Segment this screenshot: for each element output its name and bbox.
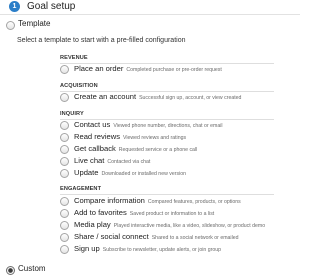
goal-option-contact-us[interactable]: Contact us Viewed phone number, direction…	[60, 120, 290, 130]
option-label: Live chat	[74, 156, 105, 165]
option-radio[interactable]	[60, 209, 69, 218]
option-description: Requested service or a phone call	[118, 147, 198, 153]
option-radio[interactable]	[60, 233, 69, 242]
goal-option-media-play[interactable]: Media play Played interactive media, like…	[60, 220, 290, 230]
goal-option-sign-up[interactable]: Sign up Subscribe to newsletter, update a…	[60, 244, 290, 254]
option-radio[interactable]	[60, 65, 69, 74]
option-label: Share / social connect	[74, 232, 149, 241]
option-radio[interactable]	[60, 197, 69, 206]
option-label: Sign up	[74, 244, 100, 253]
option-label: Contact us	[74, 120, 111, 129]
goal-setup-header: 1 Goal setup	[0, 0, 300, 15]
goal-option-read-reviews[interactable]: Read reviews Viewed reviews and ratings	[60, 132, 290, 142]
option-description: Contacted via chat	[107, 159, 151, 165]
option-description: Compared features, products, or options	[147, 199, 241, 205]
option-radio[interactable]	[60, 169, 69, 178]
goal-option-add-to-favorites[interactable]: Add to favorites Saved product or informa…	[60, 208, 290, 218]
option-description: Shared to a social network or emailed	[151, 235, 239, 241]
option-description: Downloaded or installed new version	[101, 171, 187, 177]
option-label: Read reviews	[74, 132, 121, 141]
category-heading-inquiry: INQUIRY	[60, 111, 84, 117]
custom-label[interactable]: Custom	[18, 264, 46, 274]
category-heading-acquisition: ACQUISITION	[60, 83, 98, 89]
template-label[interactable]: Template	[18, 19, 50, 29]
category-divider	[60, 194, 274, 195]
option-radio[interactable]	[60, 133, 69, 142]
goal-option-create-account[interactable]: Create an account Successful sign up, acc…	[60, 92, 290, 102]
option-radio[interactable]	[60, 121, 69, 130]
option-description: Viewed reviews and ratings	[123, 135, 187, 141]
option-label: Add to favorites	[74, 208, 127, 217]
goal-option-get-callback[interactable]: Get callback Requested service or a phone…	[60, 144, 290, 154]
step-number-badge: 1	[9, 1, 20, 12]
option-radio[interactable]	[60, 145, 69, 154]
goal-option-compare-information[interactable]: Compare information Compared features, pr…	[60, 196, 290, 206]
option-description: Completed purchase or pre-order request	[126, 67, 222, 73]
option-description: Viewed phone number, directions, chat or…	[113, 123, 223, 129]
custom-radio[interactable]	[6, 266, 15, 275]
section-title: Goal setup	[27, 1, 76, 12]
option-label: Compare information	[74, 196, 145, 205]
option-label: Update	[74, 168, 99, 177]
option-label: Media play	[74, 220, 111, 229]
option-description: Subscribe to newsletter, update alerts, …	[102, 247, 221, 253]
goal-option-place-order[interactable]: Place an order Completed purchase or pre-…	[60, 64, 290, 74]
option-label: Place an order	[74, 64, 124, 73]
option-description: Saved product or information to a list	[129, 211, 215, 217]
option-radio[interactable]	[60, 221, 69, 230]
goal-option-update[interactable]: Update Downloaded or installed new versio…	[60, 168, 290, 178]
option-radio[interactable]	[60, 245, 69, 254]
template-intro-text: Select a template to start with a pre-fi…	[17, 37, 186, 44]
option-radio[interactable]	[60, 93, 69, 102]
goal-option-share-social-connect[interactable]: Share / social connect Shared to a social…	[60, 232, 290, 242]
option-radio[interactable]	[60, 157, 69, 166]
option-label: Create an account	[74, 92, 137, 101]
option-label: Get callback	[74, 144, 116, 153]
option-description: Played interactive media, like a video, …	[113, 223, 266, 229]
option-description: Successful sign up, account, or view cre…	[139, 95, 242, 101]
template-radio[interactable]	[6, 21, 15, 30]
category-heading-revenue: REVENUE	[60, 55, 88, 61]
goal-option-live-chat[interactable]: Live chat Contacted via chat	[60, 156, 290, 166]
category-heading-engagement: ENGAGEMENT	[60, 186, 102, 192]
